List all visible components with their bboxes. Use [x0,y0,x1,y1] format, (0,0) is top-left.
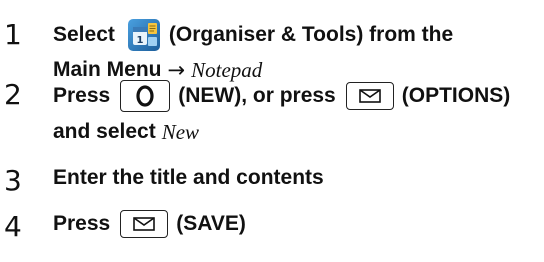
step-text: Select [53,23,115,46]
step-3-line-1: Enter the title and contents [53,164,324,192]
step-text: Press [53,212,111,235]
step-text: Press [53,84,111,107]
organiser-tools-icon: 1 [127,18,161,52]
step-2-line-2: and select New [53,118,199,146]
step-number: 1 [4,18,22,51]
step-text: Enter the title and contents [53,166,324,189]
center-key-icon [120,80,171,112]
mail-key-icon [120,210,169,238]
step-text: (SAVE) [176,212,246,235]
step-text: and select [53,120,156,143]
step-2-line-1: Press (NEW), or press (OPTIONS) [53,80,510,112]
step-number: 3 [4,164,22,197]
mail-key-icon [345,82,394,110]
step-1-line-1: Select 1 (Organiser & Tools) from the [53,18,453,52]
steps-list: 1 Select 1 (Organiser & Tools) from the … [0,0,544,262]
step-4-line-1: Press (SAVE) [53,210,246,238]
step-text: (OPTIONS) [401,84,511,107]
step-text: (NEW), or press [178,84,336,107]
step-text: (Organiser & Tools) from the [168,23,454,46]
svg-text:1: 1 [136,35,143,46]
step-number: 2 [4,78,22,111]
step-number: 4 [4,210,22,243]
menu-item-new: New [161,120,200,144]
